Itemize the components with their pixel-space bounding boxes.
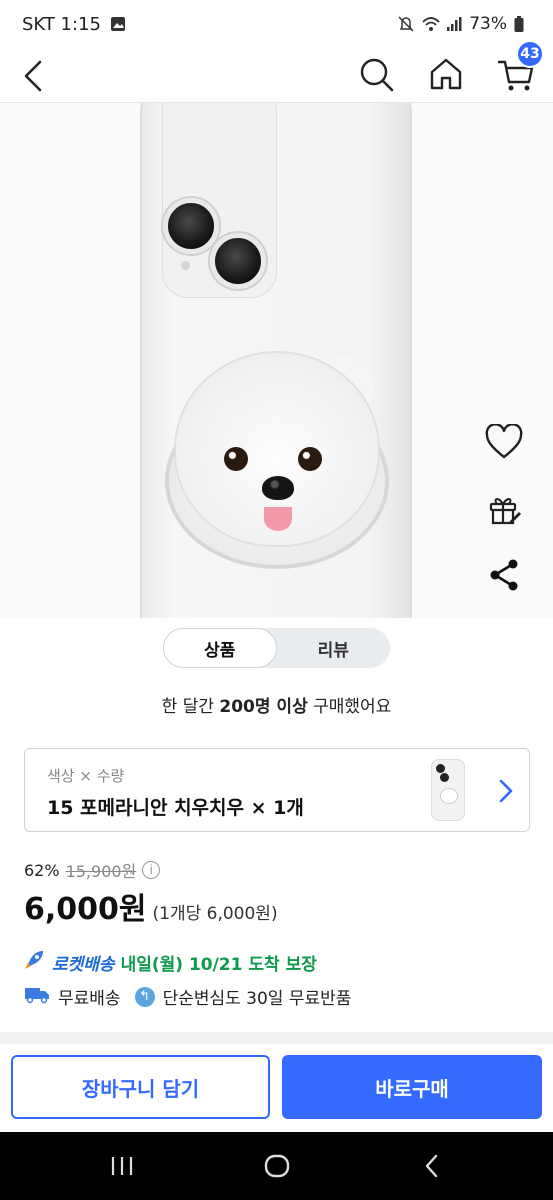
system-nav-bar [0, 1132, 553, 1200]
gift-button[interactable] [482, 487, 526, 531]
add-to-cart-button[interactable]: 장바구니 담기 [11, 1055, 270, 1119]
status-bar: SKT 1:15 73% [0, 0, 553, 48]
app-header: 43 [0, 40, 553, 103]
back-button[interactable] [18, 56, 54, 96]
wishlist-button[interactable] [482, 420, 526, 464]
purchase-note-suffix: 구매했어요 [307, 697, 392, 717]
bottom-action-bar: 장바구니 담기 바로구매 [0, 1044, 553, 1132]
dog-nose [262, 476, 294, 500]
camera-lens [210, 233, 266, 289]
heart-icon [485, 424, 523, 459]
camera-flash [181, 261, 190, 270]
option-selector[interactable]: 색상 × 수량 15 포메라니안 치우치우 × 1개 [24, 748, 530, 832]
home-button[interactable] [426, 54, 466, 94]
arrival-guarantee: 내일(월) 10/21 도착 보장 [120, 955, 317, 975]
back-nav-button[interactable] [412, 1150, 452, 1182]
home-circle-icon [264, 1154, 290, 1178]
dog-tongue [264, 507, 292, 531]
rocket-icon [22, 948, 46, 977]
purchase-note-prefix: 한 달간 [161, 697, 220, 717]
status-right: 73% [397, 14, 531, 34]
chevron-left-icon [425, 1154, 438, 1178]
carrier-time: SKT 1:15 [22, 13, 101, 35]
return-icon: ↰ [134, 986, 155, 1007]
tab-product[interactable]: 상품 [163, 628, 277, 668]
home-icon [430, 58, 462, 90]
purchase-note-highlight: 200명 이상 [219, 697, 308, 717]
sale-price: 6,000원 [24, 892, 147, 927]
mute-icon [397, 15, 415, 33]
section-divider [0, 1032, 553, 1044]
gift-icon [489, 498, 521, 525]
search-icon [360, 58, 394, 92]
discount-rate: 62% [24, 860, 60, 880]
home-nav-button[interactable] [257, 1150, 297, 1182]
recent-apps-icon [111, 1157, 133, 1175]
signal-icon [445, 15, 463, 33]
share-icon [490, 559, 518, 591]
free-return-label: 단순변심도 30일 무료반품 [162, 989, 352, 1009]
tab-review[interactable]: 리뷰 [277, 628, 391, 668]
battery-icon [513, 15, 531, 33]
wifi-icon [421, 15, 440, 33]
discount-row: 62% 15,900원 i [24, 858, 161, 882]
product-review-tabs: 상품 리뷰 [163, 628, 390, 668]
option-value: 15 포메라니안 치우치우 × 1개 [47, 797, 304, 819]
free-shipping-label: 무료배송 [58, 989, 121, 1009]
truck-icon [24, 984, 50, 1009]
search-button[interactable] [356, 54, 396, 94]
original-price: 15,900원 [65, 862, 137, 881]
option-label: 색상 × 수량 [47, 767, 125, 785]
share-button[interactable] [482, 553, 526, 597]
dog-eye [224, 447, 248, 471]
gallery-icon [109, 15, 127, 33]
status-left: SKT 1:15 [22, 14, 127, 35]
price-row: 6,000원 (1개당 6,000원) [24, 884, 278, 928]
unit-price: (1개당 6,000원) [152, 904, 278, 924]
info-icon[interactable]: i [142, 861, 161, 879]
cart-count-badge: 43 [516, 40, 544, 68]
dog-eye [298, 447, 322, 471]
option-thumbnail [431, 759, 465, 821]
product-image-carousel[interactable] [0, 103, 553, 618]
camera-lens [163, 198, 219, 254]
back-icon [24, 60, 42, 92]
chevron-right-icon [495, 777, 517, 805]
rocket-delivery-label: 로켓배송 [52, 955, 115, 975]
recent-apps-button[interactable] [102, 1150, 142, 1182]
battery-percent: 73% [469, 14, 507, 34]
rocket-delivery-row: 로켓배송 내일(월) 10/21 도착 보장 [22, 948, 317, 977]
purchase-count-note: 한 달간 200명 이상 구매했어요 [0, 692, 553, 717]
buy-now-button[interactable]: 바로구매 [282, 1055, 542, 1119]
shipping-info-row: 무료배송 ↰ 단순변심도 30일 무료반품 [24, 984, 351, 1009]
